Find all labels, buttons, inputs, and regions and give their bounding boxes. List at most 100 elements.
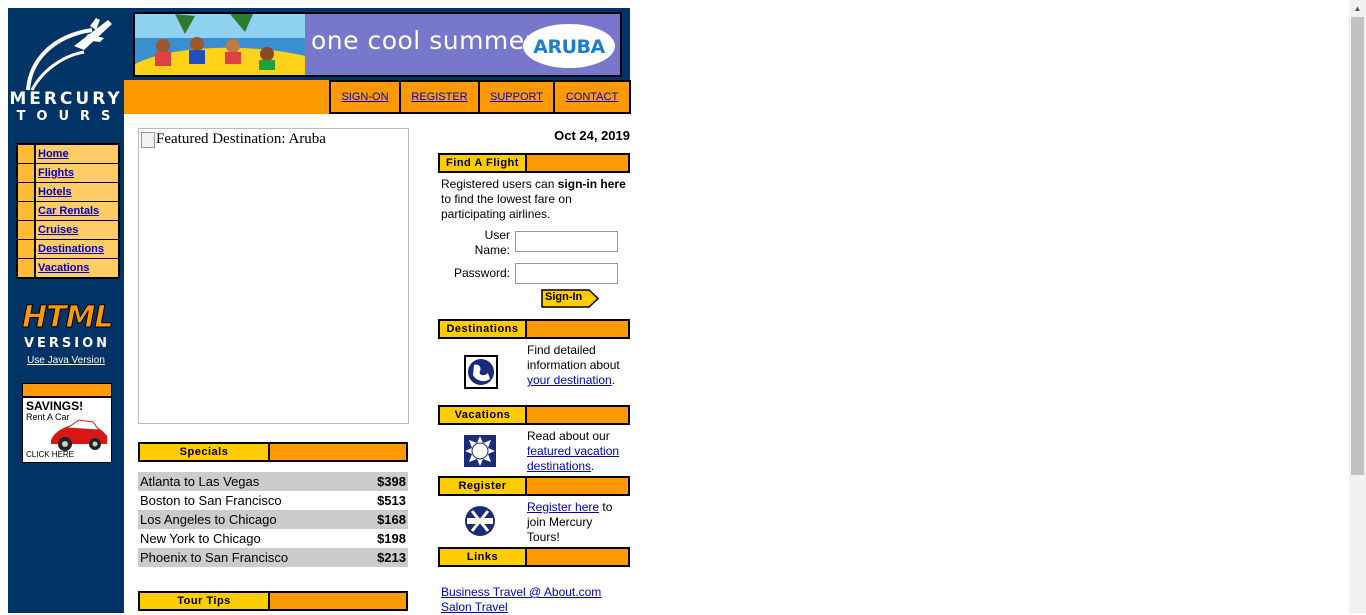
contact-link[interactable]: CONTACT	[566, 91, 618, 103]
salon-travel-link[interactable]: Salon Travel	[441, 600, 508, 614]
destinations-header: Destinations	[438, 319, 630, 339]
sidebar-nav: Home Flights Hotels Car Rentals Cruises …	[16, 143, 120, 279]
vacations-text-post: .	[591, 459, 595, 473]
sidebar-link-car-rentals[interactable]: Car Rentals	[38, 205, 99, 217]
logo-tours-text: TOURS	[16, 109, 122, 124]
sidebar-link-hotels[interactable]: Hotels	[38, 186, 72, 198]
sign-in-button-label: Sign-In	[545, 291, 583, 303]
specials-header-label: Specials	[140, 444, 268, 460]
table-row: Boston to San Francisco $513	[138, 491, 408, 510]
car-icon	[51, 419, 107, 451]
version-badge-text: VERSION	[23, 336, 111, 351]
find-flight-description: Registered users can sign-in here to fin…	[441, 177, 626, 222]
nav-bullet	[18, 259, 34, 277]
banner-photo-icon	[135, 14, 305, 75]
your-destination-link[interactable]: your destination	[527, 373, 612, 387]
promo-banner[interactable]: one cool summer ARUBA	[133, 12, 622, 77]
ad-top-bar	[23, 384, 111, 398]
register-here-link[interactable]: Register here	[527, 500, 599, 514]
special-route: Atlanta to Las Vegas	[140, 474, 260, 489]
sidebar-item-vacations: Vacations	[18, 259, 118, 277]
register-description: Register here to join Mercury Tours!	[527, 500, 627, 545]
current-date: Oct 24, 2019	[554, 128, 630, 143]
top-nav-links: SIGN-ON REGISTER SUPPORT CONTACT	[329, 80, 631, 114]
username-label: User Name:	[440, 228, 510, 258]
vacations-description: Read about our featured vacation destina…	[527, 429, 629, 474]
sun-icon	[464, 435, 496, 467]
vertical-scrollbar[interactable]: ▲	[1349, 0, 1366, 613]
mercury-tours-logo[interactable]: MERCURY TOURS	[8, 8, 124, 128]
links-header: Links	[438, 547, 630, 567]
special-price: $213	[377, 550, 406, 565]
nav-bullet	[18, 164, 34, 182]
logo-mercury-text: MERCURY	[9, 89, 123, 109]
destinations-text-pre: Find detailed information about	[527, 343, 620, 372]
broken-image-icon	[141, 132, 155, 148]
nav-bullet	[18, 221, 34, 239]
support-link[interactable]: SUPPORT	[490, 91, 543, 103]
register-link[interactable]: REGISTER	[411, 91, 467, 103]
register-header-label: Register	[440, 478, 525, 494]
vacations-text-pre: Read about our	[527, 429, 610, 443]
html-badge-text: HTML	[22, 300, 115, 336]
password-input[interactable]	[515, 263, 618, 284]
specials-header: Specials	[138, 442, 408, 462]
aruba-logo-text: ARUBA	[533, 36, 605, 58]
links-list: Business Travel @ About.com Salon Travel	[441, 585, 601, 615]
ad-savings-text: SAVINGS!	[26, 399, 84, 413]
header-filler	[527, 478, 628, 494]
globe-icon	[464, 355, 498, 389]
airplane-logo-icon	[26, 18, 112, 91]
header-filler	[527, 549, 628, 565]
scrollbar-thumb[interactable]	[1351, 17, 1364, 475]
business-travel-link[interactable]: Business Travel @ About.com	[441, 585, 601, 599]
username-label-line2: Name:	[474, 243, 510, 257]
header-filler	[527, 155, 628, 171]
table-row: Atlanta to Las Vegas $398	[138, 472, 408, 491]
scroll-up-arrow-icon[interactable]: ▲	[1349, 0, 1366, 17]
tour-tips-header-label: Tour Tips	[140, 593, 268, 609]
specials-table: Atlanta to Las Vegas $398 Boston to San …	[138, 472, 408, 567]
sign-on-link[interactable]: SIGN-ON	[341, 91, 388, 103]
sidebar-link-flights[interactable]: Flights	[38, 167, 74, 179]
register-cross-icon	[465, 506, 495, 536]
sidebar-item-flights: Flights	[18, 164, 118, 182]
table-row: Phoenix to San Francisco $213	[138, 548, 408, 567]
special-route: Phoenix to San Francisco	[140, 550, 289, 565]
table-row: New York to Chicago $198	[138, 529, 408, 548]
find-flight-text-pre: Registered users can	[441, 177, 558, 191]
sidebar-link-cruises[interactable]: Cruises	[38, 224, 78, 236]
left-sidebar: MERCURY TOURS Home Flights Hotels Car Re…	[8, 8, 124, 613]
sidebar-item-destinations: Destinations	[18, 240, 118, 258]
header-filler	[527, 321, 628, 337]
top-nav-item-support: SUPPORT	[480, 80, 555, 114]
top-nav-item-sign-on: SIGN-ON	[331, 80, 401, 114]
sidebar-item-cruises: Cruises	[18, 221, 118, 239]
table-row: Los Angeles to Chicago $168	[138, 510, 408, 529]
sidebar-item-home: Home	[18, 145, 118, 163]
find-flight-text-bold: sign-in here	[557, 177, 626, 191]
header-filler	[270, 444, 406, 460]
use-java-version-link[interactable]: Use Java Version	[27, 355, 105, 366]
special-price: $198	[377, 531, 406, 546]
featured-vacation-destinations-link[interactable]: featured vacation destinations	[527, 444, 619, 473]
rent-a-car-ad[interactable]: SAVINGS! Rent A Car CLICK HERE	[22, 383, 112, 463]
aruba-logo: ARUBA	[523, 24, 615, 68]
find-a-flight-header: Find A Flight	[438, 153, 630, 173]
sidebar-link-home[interactable]: Home	[38, 148, 69, 160]
special-price: $513	[377, 493, 406, 508]
username-input[interactable]	[515, 231, 618, 252]
html-version-badge: HTML VERSION	[22, 300, 115, 352]
featured-destination-image[interactable]: Featured Destination: Aruba	[138, 128, 409, 424]
destinations-header-label: Destinations	[440, 321, 525, 337]
find-flight-text-post: to find the lowest fare on participating…	[441, 192, 572, 221]
sidebar-link-vacations[interactable]: Vacations	[38, 262, 89, 274]
banner-tagline: one cool summer	[311, 26, 536, 55]
nav-bullet	[18, 183, 34, 201]
sign-in-button[interactable]: Sign-In	[541, 289, 599, 308]
sidebar-link-destinations[interactable]: Destinations	[38, 243, 104, 255]
special-route: Los Angeles to Chicago	[140, 512, 277, 527]
links-header-label: Links	[440, 549, 525, 565]
sidebar-item-car-rentals: Car Rentals	[18, 202, 118, 220]
special-price: $398	[377, 474, 406, 489]
